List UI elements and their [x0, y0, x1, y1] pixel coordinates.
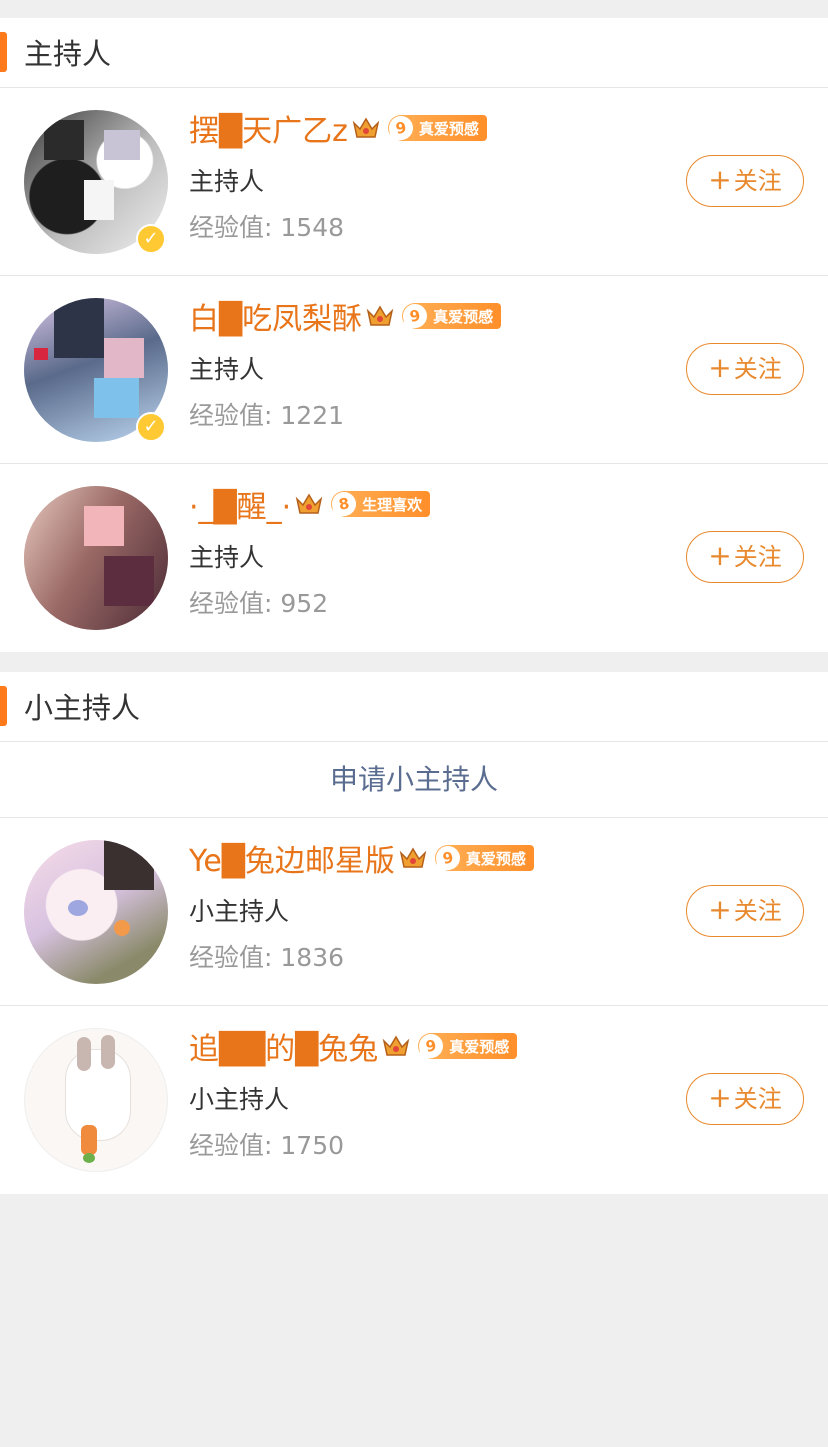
- follow-button[interactable]: +关注: [686, 1073, 804, 1125]
- follow-button[interactable]: +关注: [686, 531, 804, 583]
- plus-icon: +: [708, 163, 732, 196]
- member-role: 主持人: [189, 355, 265, 384]
- level-badge: 9 真爱预感: [401, 302, 502, 330]
- member-exp: 经验值: 1750: [189, 1126, 344, 1162]
- level-badge-icon: 9: [386, 114, 415, 142]
- hosts-section: 主持人 ✓ 摆█天广乙z 9 真爱预感 主持人 经验值: 1548 +关注 ✓ …: [0, 18, 828, 652]
- exp-value: 952: [280, 589, 329, 618]
- apply-junior-host-button[interactable]: 申请小主持人: [0, 742, 828, 818]
- section-divider: [0, 652, 828, 672]
- plus-icon: +: [708, 893, 732, 926]
- member-name[interactable]: 白█吃凤梨酥: [189, 294, 362, 338]
- member-role: 小主持人: [189, 1085, 290, 1114]
- badge-text: 真爱预感: [465, 849, 526, 868]
- junior-hosts-section: 小主持人 申请小主持人 Ye█兔边邮星版 9 真爱预感 小主持人 经验值: 18…: [0, 672, 828, 1194]
- crown-icon: [399, 845, 427, 871]
- member-exp: 经验值: 1548: [189, 208, 344, 244]
- crown-icon: [366, 303, 394, 329]
- plus-icon: +: [708, 1081, 732, 1114]
- badge-text: 生理喜欢: [362, 495, 423, 514]
- member-row[interactable]: ✓ 白█吃凤梨酥 9 真爱预感 主持人 经验值: 1221 +关注: [0, 276, 828, 464]
- plus-icon: +: [708, 351, 732, 384]
- exp-value: 1750: [280, 1131, 345, 1160]
- badge-text: 真爱预感: [433, 307, 494, 326]
- avatar[interactable]: [24, 840, 168, 984]
- exp-label: 经验值:: [189, 589, 273, 618]
- follow-button[interactable]: +关注: [686, 343, 804, 395]
- member-role: 小主持人: [189, 897, 290, 926]
- member-exp: 经验值: 1221: [189, 396, 344, 432]
- member-name[interactable]: ·_█醒_·: [189, 482, 291, 526]
- member-role: 主持人: [189, 167, 265, 196]
- follow-label: 关注: [733, 1085, 782, 1113]
- name-line: 摆█天广乙z 9 真爱预感: [189, 106, 487, 150]
- follow-button[interactable]: +关注: [686, 155, 804, 207]
- top-spacer: [0, 0, 828, 18]
- verified-check-icon: ✓: [136, 412, 166, 442]
- badge-text: 真爱预感: [418, 119, 479, 138]
- name-line: ·_█醒_· 8 生理喜欢: [189, 482, 431, 526]
- section-accent-bar: [0, 32, 7, 72]
- member-row[interactable]: Ye█兔边邮星版 9 真爱预感 小主持人 经验值: 1836 +关注: [0, 818, 828, 1006]
- level-badge: 9 真爱预感: [386, 114, 487, 142]
- verified-check-icon: ✓: [136, 224, 166, 254]
- follow-label: 关注: [733, 167, 782, 195]
- section-accent-bar: [0, 686, 7, 726]
- exp-label: 经验值:: [189, 401, 273, 430]
- avatar[interactable]: [24, 1028, 168, 1172]
- member-exp: 经验值: 1836: [189, 938, 344, 974]
- exp-value: 1548: [280, 213, 345, 242]
- plus-icon: +: [708, 539, 732, 572]
- follow-label: 关注: [733, 897, 782, 925]
- level-badge: 8 生理喜欢: [330, 490, 431, 518]
- avatar[interactable]: [24, 486, 168, 630]
- level-badge-icon: 9: [401, 302, 429, 330]
- member-exp: 经验值: 952: [189, 584, 328, 620]
- section-title: 主持人: [24, 37, 112, 71]
- name-line: 白█吃凤梨酥 9 真爱预感: [189, 294, 502, 338]
- member-role: 主持人: [189, 543, 265, 572]
- follow-label: 关注: [733, 355, 782, 383]
- member-row[interactable]: ✓ 摆█天广乙z 9 真爱预感 主持人 经验值: 1548 +关注: [0, 88, 828, 276]
- member-row[interactable]: 追██的█兔兔 9 真爱预感 小主持人 经验值: 1750 +关注: [0, 1006, 828, 1194]
- section-header: 小主持人: [0, 672, 828, 742]
- badge-text: 真爱预感: [449, 1037, 510, 1056]
- member-name[interactable]: 摆█天广乙z: [189, 106, 348, 150]
- name-line: Ye█兔边邮星版 9 真爱预感: [189, 836, 534, 880]
- level-badge-icon: 9: [433, 844, 462, 872]
- exp-label: 经验值:: [189, 1131, 273, 1160]
- section-title: 小主持人: [24, 691, 141, 725]
- exp-label: 经验值:: [189, 943, 273, 972]
- crown-icon: [295, 491, 323, 517]
- member-row[interactable]: ·_█醒_· 8 生理喜欢 主持人 经验值: 952 +关注: [0, 464, 828, 652]
- level-badge: 9 真爱预感: [433, 844, 534, 872]
- follow-label: 关注: [733, 543, 782, 571]
- name-line: 追██的█兔兔 9 真爱预感: [189, 1024, 518, 1068]
- level-badge: 9 真爱预感: [417, 1032, 518, 1060]
- member-name[interactable]: 追██的█兔兔: [189, 1024, 378, 1068]
- section-header: 主持人: [0, 18, 828, 88]
- crown-icon: [382, 1033, 410, 1059]
- exp-label: 经验值:: [189, 213, 273, 242]
- crown-icon: [352, 115, 380, 141]
- member-name[interactable]: Ye█兔边邮星版: [189, 836, 395, 880]
- follow-button[interactable]: +关注: [686, 885, 804, 937]
- level-badge-icon: 9: [417, 1032, 446, 1060]
- level-badge-icon: 8: [330, 490, 359, 518]
- exp-value: 1836: [280, 943, 345, 972]
- exp-value: 1221: [280, 401, 345, 430]
